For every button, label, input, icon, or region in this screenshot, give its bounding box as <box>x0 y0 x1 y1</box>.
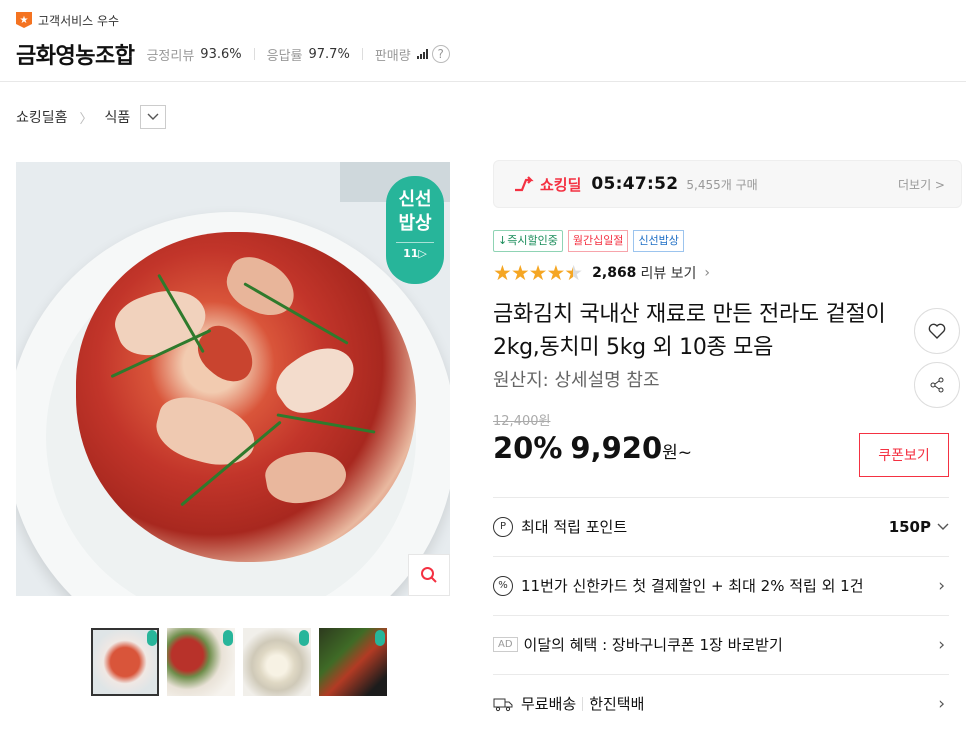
chevron-right-icon: › <box>704 265 711 281</box>
seller-header: ★ 고객서비스 우수 금화영농조합 긍정리뷰 93.6% 응답률 97.7% 판매량… <box>0 0 966 82</box>
thumbnail-list <box>91 628 387 696</box>
monthly-11-tag: 월간십일절 <box>567 230 629 252</box>
breadcrumb: 쇼킹딜홈 〉 식품 <box>0 82 966 152</box>
response-rate-stat: 응답률 97.7% <box>266 46 350 64</box>
thumbnail-4[interactable] <box>319 628 387 696</box>
review-link[interactable]: 리뷰 보기 <box>640 263 696 283</box>
monthly-benefit-label: 이달의 혜택 : 장바구니쿠폰 1장 바로받기 <box>523 636 783 654</box>
chevron-down-icon <box>937 523 949 530</box>
product-main-image[interactable]: 신선 밥상 11▷ <box>16 162 450 596</box>
truck-icon <box>493 698 513 711</box>
card-discount-row[interactable]: % 11번가 신한카드 첫 결제할인 + 최대 2% 적립 외 1건 › <box>493 556 949 614</box>
help-icon[interactable]: ? <box>431 45 450 63</box>
star-icon: ★ <box>16 12 32 28</box>
deal-more-link[interactable]: 더보기 > <box>898 176 945 193</box>
monthly-benefit-row[interactable]: AD 이달의 혜택 : 장바구니쿠폰 1장 바로받기 › <box>493 615 949 673</box>
chevron-right-icon: › <box>938 575 945 596</box>
sale-price: 9,920 <box>570 431 663 465</box>
star-rating: ★★★★★ <box>493 261 583 285</box>
seller-name[interactable]: 금화영농조합 <box>16 38 135 70</box>
divider <box>582 696 584 711</box>
product-info-panel: 쇼킹딜 05:47:52 5,455개 구매 더보기 > ↓즉시할인중 월간십일… <box>493 160 962 714</box>
points-value: 150P <box>888 517 931 536</box>
point-icon: P <box>493 516 513 537</box>
share-icon <box>930 377 944 393</box>
divider <box>361 48 363 60</box>
review-count: 2,868 <box>592 265 637 281</box>
deal-purchase-count: 5,455개 구매 <box>686 177 758 192</box>
product-origin: 원산지: 상세설명 참조 <box>493 370 660 391</box>
wishlist-button[interactable] <box>914 308 960 354</box>
shocking-deal-logo: 쇼킹딜 <box>514 174 581 195</box>
fresh-table-tag: 신선밥상 <box>633 230 684 252</box>
deal-countdown: 05:47:52 <box>591 174 679 194</box>
card-discount-label: 11번가 신한카드 첫 결제할인 + 최대 2% 적립 외 1건 <box>521 577 864 595</box>
thumbnail-2[interactable] <box>167 628 235 696</box>
thumbnail-3[interactable] <box>243 628 311 696</box>
chevron-right-icon: › <box>938 693 945 714</box>
tag-list: ↓즉시할인중 월간십일절 신선밥상 <box>493 230 962 252</box>
ad-label: AD <box>493 637 518 652</box>
points-label: 최대 적립 포인트 <box>521 518 628 536</box>
deal-arrow-icon <box>515 176 534 192</box>
chevron-right-icon: 〉 <box>79 111 93 127</box>
chevron-right-icon: › <box>938 634 945 655</box>
search-icon <box>421 567 437 583</box>
points-row[interactable]: P 최대 적립 포인트 150P <box>493 497 949 555</box>
service-badge: ★ 고객서비스 우수 <box>16 10 950 30</box>
shipping-label: 무료배송 <box>521 695 577 713</box>
price-unit: 원~ <box>662 443 693 463</box>
shocking-deal-bar[interactable]: 쇼킹딜 05:47:52 5,455개 구매 더보기 > <box>493 160 962 208</box>
share-button[interactable] <box>914 362 960 408</box>
thumbnail-1[interactable] <box>91 628 159 696</box>
discount-rate: 20% <box>493 431 563 465</box>
divider <box>253 48 255 60</box>
breadcrumb-category[interactable]: 식품 <box>105 107 131 127</box>
fresh-table-badge: 신선 밥상 11▷ <box>386 176 444 284</box>
zoom-button[interactable] <box>408 554 450 596</box>
product-title: 금화김치 국내산 재료로 만든 전라도 겉절이 2kg,동치미 5kg 외 10… <box>493 302 886 360</box>
badge-text: 고객서비스 우수 <box>38 13 120 28</box>
sales-volume-stat: 판매량 ? <box>375 45 450 64</box>
instant-discount-tag: ↓즉시할인중 <box>493 230 563 252</box>
heart-icon <box>928 323 946 339</box>
category-dropdown-button[interactable] <box>140 105 167 129</box>
signal-bars-icon <box>416 49 428 59</box>
shipping-row[interactable]: 무료배송 한진택배 › <box>493 674 949 732</box>
shipping-carrier: 한진택배 <box>589 695 645 713</box>
coupon-button[interactable]: 쿠폰보기 <box>859 433 949 477</box>
chevron-down-icon <box>147 113 159 120</box>
breadcrumb-home[interactable]: 쇼킹딜홈 <box>16 107 68 127</box>
original-price: 12,400원 <box>493 414 551 429</box>
positive-review-stat: 긍정리뷰 93.6% <box>146 46 242 64</box>
rating-row[interactable]: ★★★★★ 2,868 리뷰 보기 › <box>493 261 962 285</box>
percent-icon: % <box>493 575 513 596</box>
